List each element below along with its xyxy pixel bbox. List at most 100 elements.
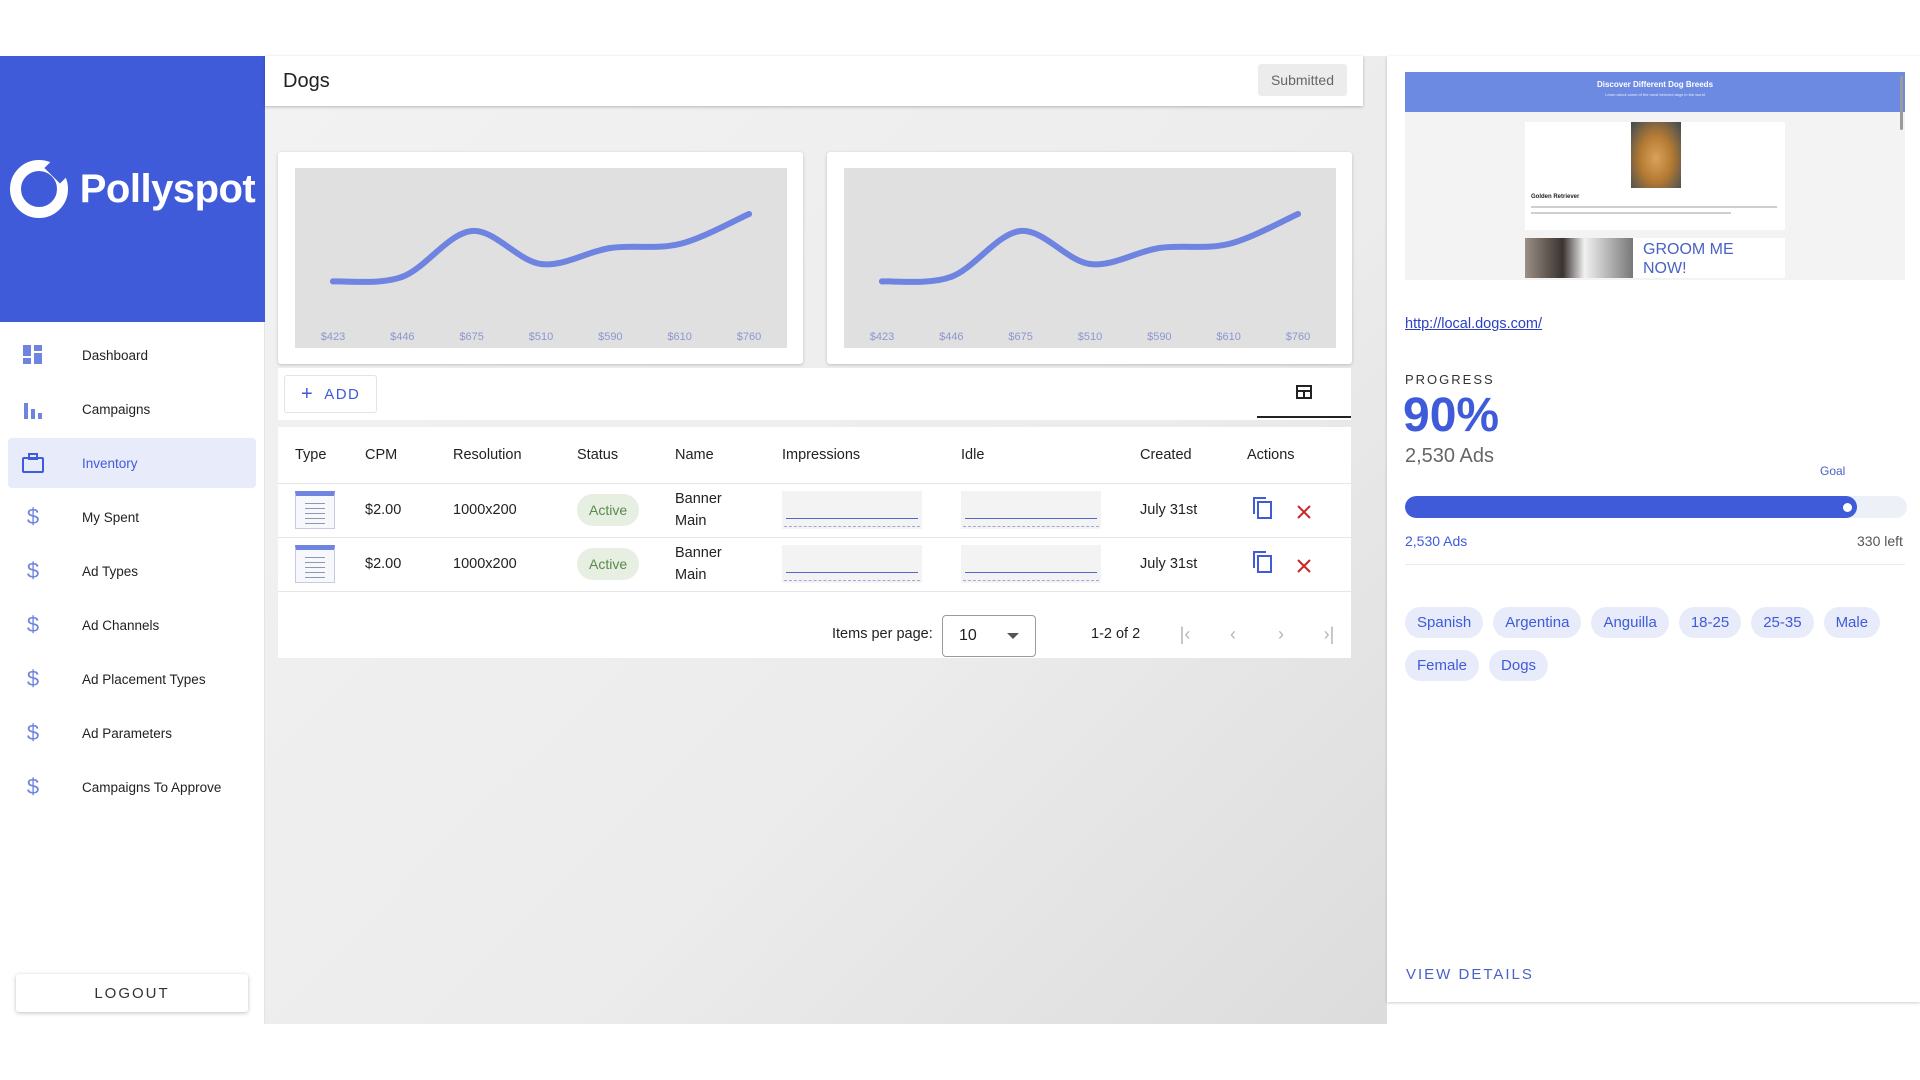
chip-25-35[interactable]: 25-35 bbox=[1751, 607, 1814, 638]
sidebar-item-label: Inventory bbox=[82, 455, 138, 471]
data-point bbox=[330, 278, 336, 285]
sidebar-item-label: Dashboard bbox=[82, 347, 149, 363]
dollar-icon: $ bbox=[26, 504, 40, 529]
data-point bbox=[746, 211, 752, 217]
add-button[interactable]: + ADD bbox=[284, 375, 378, 413]
x-tick-label: $760 bbox=[737, 331, 761, 343]
series-line bbox=[879, 211, 1301, 285]
x-tick-label: $675 bbox=[1008, 331, 1032, 343]
chip-argentina[interactable]: Argentina bbox=[1493, 607, 1582, 638]
sidebar-item-dashboard[interactable]: Dashboard bbox=[8, 330, 256, 380]
page-range: 1-2 of 2 bbox=[1091, 626, 1141, 642]
sidebar-item-label: Ad Channels bbox=[82, 617, 160, 633]
page-size-select[interactable]: 10 bbox=[942, 615, 1036, 657]
idle-field[interactable] bbox=[961, 545, 1101, 583]
name-line: Main bbox=[675, 513, 707, 529]
data-point bbox=[1156, 245, 1163, 251]
table-toolbar: + ADD bbox=[278, 368, 1351, 420]
inventory-table-card: Type CPM Resolution Status Name Impressi… bbox=[278, 427, 1351, 658]
text-line bbox=[1531, 212, 1731, 214]
chip-dogs[interactable]: Dogs bbox=[1489, 650, 1549, 681]
chip-18-25[interactable]: 18-25 bbox=[1678, 607, 1742, 638]
dollar-icon: $ bbox=[26, 612, 40, 637]
sidebar-item-ad-channels[interactable]: $ Ad Channels bbox=[8, 600, 256, 650]
banner-type-icon bbox=[295, 491, 335, 529]
tab-grid-view[interactable] bbox=[1257, 368, 1351, 418]
next-page-icon[interactable]: › bbox=[1268, 621, 1294, 647]
last-page-icon[interactable]: ›| bbox=[1316, 621, 1342, 647]
preview-scrollbar[interactable] bbox=[1900, 76, 1903, 130]
idle-field[interactable] bbox=[961, 491, 1101, 529]
table-row: $2.00 1000x200 Active Banner Main July 3… bbox=[278, 483, 1351, 538]
ads-count: 2,530 Ads bbox=[1405, 445, 1494, 467]
preview-header: Discover Different Dog Breeds Learn abou… bbox=[1405, 72, 1905, 112]
ad-preview: Discover Different Dog Breeds Learn abou… bbox=[1405, 72, 1905, 280]
sidebar-item-inventory[interactable]: Inventory bbox=[8, 438, 256, 488]
cpm-value: $2.00 bbox=[365, 537, 453, 592]
data-point bbox=[1017, 228, 1024, 234]
previous-page-icon[interactable]: ‹ bbox=[1220, 621, 1246, 647]
sidebar-item-label: My Spent bbox=[82, 509, 140, 525]
page-size-value: 10 bbox=[959, 627, 977, 644]
preview-heading: Discover Different Dog Breeds bbox=[1596, 80, 1714, 89]
sidebar-item-ad-parameters[interactable]: $ Ad Parameters bbox=[8, 708, 256, 758]
goal-marker bbox=[1842, 503, 1852, 512]
sidebar-item-label: Campaigns bbox=[82, 401, 151, 417]
sidebar-item-ad-types[interactable]: $ Ad Types bbox=[8, 546, 256, 596]
sidebar-item-my-spent[interactable]: $ My Spent bbox=[8, 492, 256, 542]
text-line bbox=[1531, 206, 1777, 208]
preview-breed-card: Golden Retriever bbox=[1525, 122, 1785, 230]
x-tick-label: $760 bbox=[1286, 331, 1310, 343]
created-value: July 31st bbox=[1140, 537, 1247, 592]
brand-name: Pollyspot bbox=[79, 166, 256, 211]
chip-female[interactable]: Female bbox=[1405, 650, 1480, 681]
data-point bbox=[1225, 241, 1232, 247]
sidebar-item-campaigns-to-approve[interactable]: $ Campaigns To Approve bbox=[8, 762, 256, 812]
logout-button[interactable]: LOGOUT bbox=[16, 974, 248, 1012]
ad-banner-photo bbox=[1525, 238, 1633, 278]
column-header-impressions: Impressions bbox=[782, 427, 961, 484]
preview-subheading: Learn about some of the most beloved dog… bbox=[1605, 92, 1705, 97]
brand-logo[interactable]: Pollyspot bbox=[0, 56, 265, 322]
sidebar-item-campaigns[interactable]: Campaigns bbox=[8, 384, 256, 434]
delete-icon[interactable] bbox=[1289, 551, 1319, 581]
sidebar-item-ad-placement-types[interactable]: $ Ad Placement Types bbox=[8, 654, 256, 704]
chip-spanish[interactable]: Spanish bbox=[1405, 607, 1484, 638]
data-point bbox=[399, 273, 406, 280]
column-header-actions: Actions bbox=[1247, 427, 1351, 484]
data-point bbox=[879, 278, 885, 285]
column-header-resolution: Resolution bbox=[453, 427, 577, 484]
impressions-field[interactable] bbox=[782, 491, 922, 529]
copy-icon[interactable] bbox=[1247, 493, 1277, 523]
data-point bbox=[1295, 211, 1301, 217]
x-tick-label: $510 bbox=[529, 331, 553, 343]
ad-url-link[interactable]: http://local.dogs.com/ bbox=[1405, 316, 1542, 332]
view-details-button[interactable]: VIEW DETAILS bbox=[1406, 966, 1534, 983]
first-page-icon[interactable]: |‹ bbox=[1172, 621, 1198, 647]
status-badge: Active bbox=[577, 494, 640, 526]
impressions-field[interactable] bbox=[782, 545, 922, 583]
data-point bbox=[538, 261, 544, 267]
progress-value: 90% bbox=[1403, 389, 1500, 442]
status-badge: Submitted bbox=[1257, 64, 1347, 96]
x-tick-label: $423 bbox=[321, 331, 345, 343]
copy-icon[interactable] bbox=[1247, 547, 1277, 577]
chip-anguilla[interactable]: Anguilla bbox=[1591, 607, 1669, 638]
sidebar-item-label: Ad Types bbox=[82, 563, 139, 579]
details-panel: Discover Different Dog Breeds Learn abou… bbox=[1387, 56, 1920, 1002]
chart-area: $423 $446 $675 $510 $590 $610 $760 bbox=[295, 168, 787, 348]
targeting-chips: Spanish Argentina Anguilla 18-25 25-35 M… bbox=[1405, 607, 1905, 681]
delete-icon[interactable] bbox=[1289, 497, 1319, 527]
chart-card-1: $423 $446 $675 $510 $590 $610 $760 bbox=[278, 152, 803, 364]
goal-label: Goal bbox=[1820, 464, 1846, 478]
page-header: Dogs Submitted bbox=[265, 56, 1363, 106]
column-header-created: Created bbox=[1140, 427, 1247, 484]
sidebar-item-label: Campaigns To Approve bbox=[82, 779, 222, 795]
column-header-idle: Idle bbox=[961, 427, 1140, 484]
name-line: Main bbox=[675, 567, 707, 583]
column-header-cpm: CPM bbox=[365, 427, 453, 484]
line-chart: $423 $446 $675 $510 $590 $610 $760 bbox=[321, 211, 761, 343]
sidebar-item-label: Ad Placement Types bbox=[82, 671, 206, 687]
chip-male[interactable]: Male bbox=[1823, 607, 1881, 638]
progress-label: PROGRESS bbox=[1405, 372, 1495, 387]
